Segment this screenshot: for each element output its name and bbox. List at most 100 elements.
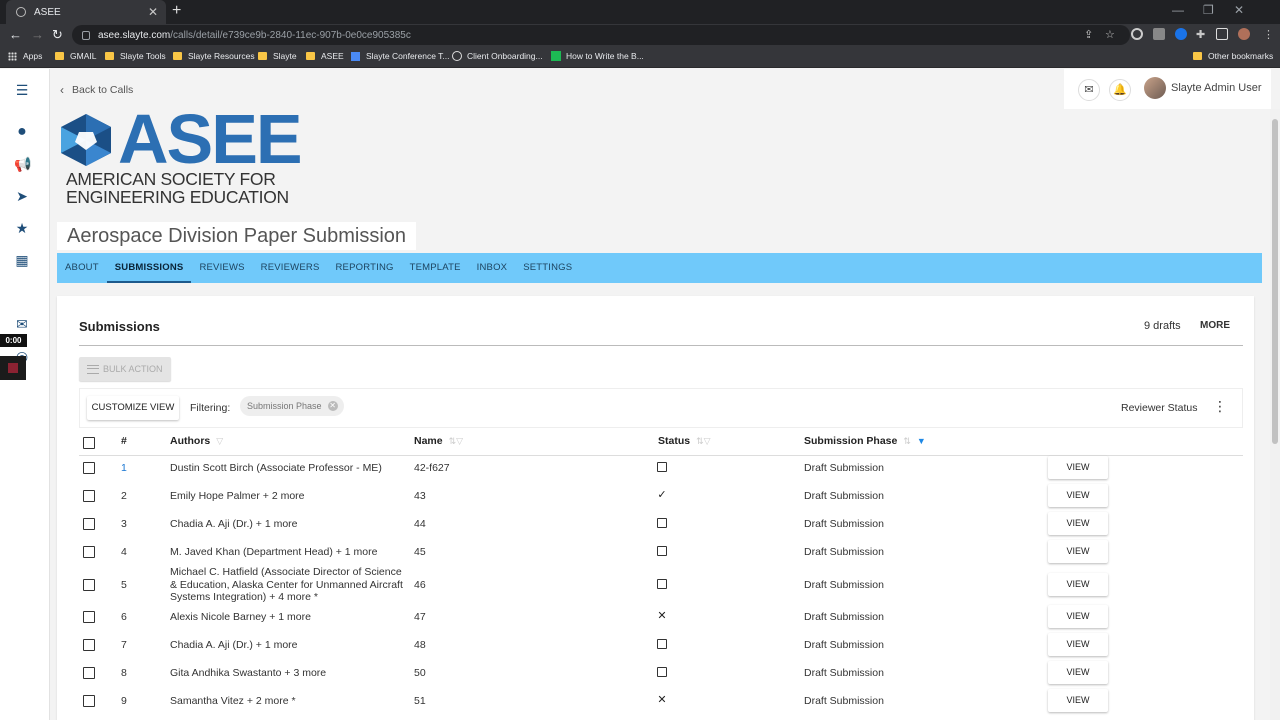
col-authors[interactable]: Authors ▽ [170, 435, 223, 447]
filter-active-icon[interactable]: ▼ [917, 436, 926, 446]
row-name: 43 [414, 490, 426, 502]
bookmark-apps[interactable]: Apps [8, 51, 42, 61]
bookmark-gmail[interactable]: GMAIL [55, 51, 96, 61]
share-icon[interactable]: ⇪ [1084, 28, 1093, 41]
view-button[interactable]: VIEW [1048, 689, 1108, 712]
more-options-icon[interactable]: ⋮ [1213, 399, 1227, 413]
col-phase[interactable]: Submission Phase ⇅ ▼ [804, 435, 926, 447]
filter-chip[interactable]: Submission Phase ✕ [240, 396, 344, 416]
drafts-count[interactable]: 9 drafts [1144, 320, 1181, 332]
select-all-checkbox[interactable] [83, 437, 95, 449]
row-checkbox[interactable] [83, 695, 95, 707]
calendar-icon[interactable]: ▦ [14, 252, 30, 268]
reviewer-status-toggle[interactable]: Reviewer Status [1121, 402, 1197, 414]
dashboard-icon[interactable]: ● [14, 124, 30, 140]
row-checkbox[interactable] [83, 546, 95, 558]
tab-template[interactable]: TEMPLATE [402, 253, 469, 283]
lock-icon [82, 30, 90, 40]
forward-nav-icon[interactable]: → [31, 27, 44, 42]
bookmark-slayte-resources[interactable]: Slayte Resources [173, 51, 255, 61]
scrollbar-thumb[interactable] [1272, 119, 1278, 444]
row-checkbox[interactable] [83, 639, 95, 651]
avatar[interactable] [1144, 77, 1166, 99]
row-authors: Samantha Vitez + 2 more * [170, 695, 296, 707]
row-index: 8 [121, 667, 127, 679]
view-button[interactable]: VIEW [1048, 573, 1108, 596]
restore-icon[interactable]: ❐ [1203, 3, 1214, 17]
tab-reviews[interactable]: REVIEWS [191, 253, 252, 283]
col-index: # [121, 435, 127, 447]
customize-view-button[interactable]: CUSTOMIZE VIEW [87, 396, 179, 420]
row-checkbox[interactable] [83, 490, 95, 502]
profile-icon[interactable] [1238, 28, 1250, 40]
bookmark-asee[interactable]: ASEE [306, 51, 344, 61]
bookmark-slayte-conference[interactable]: Slayte Conference T... [351, 51, 449, 61]
inbox-icon[interactable]: ✉ [1078, 79, 1100, 101]
row-index: 4 [121, 546, 127, 558]
user-name[interactable]: Slayte Admin User [1171, 82, 1261, 94]
tab-inbox[interactable]: INBOX [469, 253, 516, 283]
bookmark-how-to-write[interactable]: How to Write the B... [551, 51, 644, 61]
view-button[interactable]: VIEW [1048, 540, 1108, 563]
extension-icon[interactable] [1131, 28, 1143, 40]
view-button[interactable]: VIEW [1048, 456, 1108, 479]
minimize-icon[interactable]: — [1172, 3, 1184, 17]
url-bar[interactable]: asee.slayte.com /calls/detail/e739ce9b-2… [72, 25, 1130, 45]
filter-icon[interactable]: ▽ [216, 436, 223, 446]
status-empty-icon [657, 462, 667, 472]
sort-icon[interactable]: ⇅ [903, 436, 911, 446]
megaphone-icon[interactable]: 📢 [14, 156, 31, 172]
extension-icon[interactable] [1175, 28, 1187, 40]
browser-tab[interactable]: ASEE ✕ [6, 0, 166, 24]
bookmark-client-onboarding[interactable]: Client Onboarding... [452, 51, 543, 61]
bookmarks-bar: Apps GMAIL Slayte Tools Slayte Resources… [0, 46, 1280, 68]
tab-about[interactable]: ABOUT [57, 253, 107, 283]
tab-reviewers[interactable]: REVIEWERS [253, 253, 328, 283]
row-index[interactable]: 1 [121, 462, 127, 474]
sidepanel-icon[interactable] [1216, 28, 1228, 40]
row-checkbox[interactable] [83, 667, 95, 679]
hamburger-menu-icon[interactable]: ☰ [14, 82, 30, 98]
star-icon[interactable]: ☆ [1105, 28, 1115, 41]
bookmark-slayte-tools[interactable]: Slayte Tools [105, 51, 166, 61]
row-checkbox[interactable] [83, 462, 95, 474]
folder-icon [55, 52, 64, 60]
remove-filter-icon[interactable]: ✕ [327, 401, 338, 411]
close-window-icon[interactable]: ✕ [1234, 3, 1244, 17]
bookmark-other[interactable]: Other bookmarks [1193, 51, 1273, 61]
back-nav-icon[interactable]: ← [9, 27, 22, 42]
send-icon[interactable]: ➤ [14, 188, 30, 204]
bulk-action-button[interactable]: BULK ACTION [79, 357, 171, 381]
new-tab-button[interactable]: + [172, 2, 181, 20]
puzzle-icon[interactable]: ✚ [1196, 28, 1205, 41]
bookmark-slayte[interactable]: Slayte [258, 51, 297, 61]
view-button[interactable]: VIEW [1048, 605, 1108, 628]
sort-filter-icon[interactable]: ⇅▽ [449, 436, 463, 446]
stop-recording-button[interactable] [0, 356, 26, 380]
star-icon[interactable]: ★ [14, 220, 30, 236]
col-name[interactable]: Name ⇅▽ [414, 435, 463, 447]
folder-icon [105, 52, 114, 60]
row-checkbox[interactable] [83, 579, 95, 591]
tab-reporting[interactable]: REPORTING [327, 253, 401, 283]
back-to-calls-link[interactable]: ‹ Back to Calls [60, 83, 133, 97]
extension-icon[interactable] [1153, 28, 1165, 40]
close-tab-icon[interactable]: ✕ [148, 5, 158, 19]
mail-icon[interactable]: ✉ [14, 316, 30, 332]
view-button[interactable]: VIEW [1048, 661, 1108, 684]
sort-filter-icon[interactable]: ⇅▽ [696, 436, 710, 446]
col-status[interactable]: Status ⇅▽ [658, 435, 711, 447]
view-button[interactable]: VIEW [1048, 633, 1108, 656]
reload-icon[interactable]: ↻ [52, 27, 63, 43]
view-button[interactable]: VIEW [1048, 484, 1108, 507]
bell-icon[interactable]: 🔔 [1109, 79, 1131, 101]
view-button[interactable]: VIEW [1048, 512, 1108, 535]
tab-settings[interactable]: SETTINGS [515, 253, 580, 283]
row-checkbox[interactable] [83, 611, 95, 623]
row-checkbox[interactable] [83, 518, 95, 530]
site-icon [452, 51, 462, 61]
page-scrollbar[interactable] [1270, 109, 1280, 720]
tab-submissions[interactable]: SUBMISSIONS [106, 253, 192, 283]
menu-dots-icon[interactable]: ⋮ [1263, 28, 1274, 41]
more-button[interactable]: MORE [1200, 320, 1230, 331]
